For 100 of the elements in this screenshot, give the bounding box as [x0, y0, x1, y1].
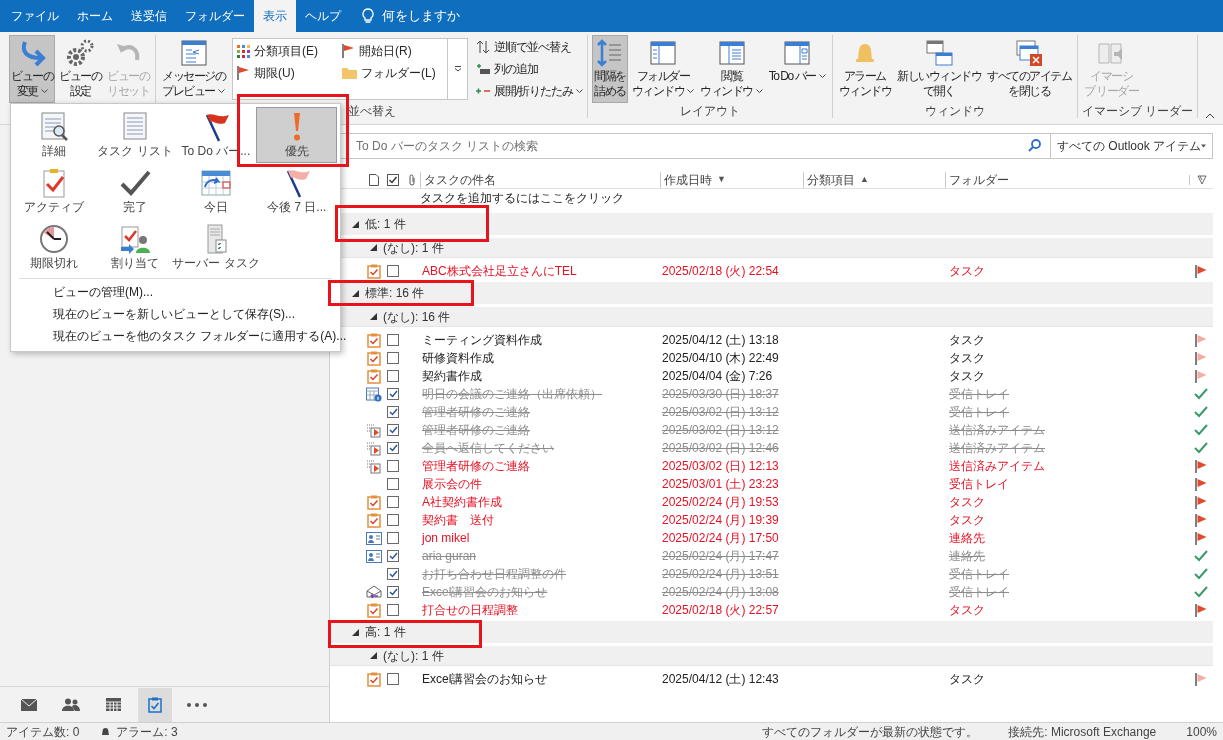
column-header[interactable]: 作成日時 ▼	[660, 171, 803, 188]
task-icon	[367, 332, 381, 348]
ribbon-tab[interactable]: フォルダー	[176, 0, 254, 32]
checkbox[interactable]	[387, 406, 399, 418]
task-subject[interactable]: Excel講習会のお知らせ	[420, 670, 660, 688]
ribbon-button[interactable]: ビューの 設定	[57, 35, 103, 103]
checkbox[interactable]	[387, 442, 399, 454]
checkbox[interactable]	[387, 265, 399, 277]
task-subject[interactable]: 展示会の件	[420, 475, 660, 493]
collapse-arrow-icon[interactable]	[352, 220, 359, 228]
task-subject[interactable]: 全員へ返信してください	[420, 439, 660, 457]
view-option[interactable]: アクティブ	[14, 163, 95, 219]
tell-me-box[interactable]: 何をしますか	[350, 0, 472, 32]
ribbon-command[interactable]: 逆順で並べ替え	[476, 36, 584, 58]
collapse-arrow-icon[interactable]	[352, 628, 359, 636]
view-option[interactable]: タスク リスト	[94, 107, 176, 163]
ribbon-command[interactable]: 列の追加	[476, 58, 584, 80]
checkbox[interactable]	[387, 478, 399, 490]
checkbox[interactable]	[387, 496, 399, 508]
created-date: 2025/02/24 (月) 19:53	[661, 494, 780, 511]
menu-item[interactable]: 現在のビューを他のタスク フォルダーに適用する(A)...	[19, 325, 347, 347]
column-header[interactable]: フォルダー	[945, 171, 1189, 188]
preview-pane-icon	[178, 38, 209, 68]
ribbon-button[interactable]: To Do バー	[766, 35, 828, 103]
checkbox[interactable]	[387, 514, 399, 526]
windows-icon	[924, 38, 955, 68]
view-option[interactable]: 期限切れ	[14, 219, 95, 275]
checkbox[interactable]	[387, 568, 399, 580]
task-subject[interactable]: 管理者研修のご連絡	[420, 457, 660, 475]
folder-name: タスク	[948, 602, 986, 619]
task-subject[interactable]: 明日の会議のご連絡（出席依頼）	[420, 385, 660, 403]
view-option[interactable]: 完了	[94, 163, 176, 219]
task-subject[interactable]: jon mikel	[420, 529, 660, 547]
view-option[interactable]: 詳細	[14, 107, 95, 163]
collapse-ribbon-icon[interactable]	[1205, 113, 1215, 119]
add-task-prompt[interactable]: タスクを追加するにはここをクリック	[420, 189, 624, 207]
checkbox[interactable]	[387, 352, 399, 364]
task-subject[interactable]: 契約書 送付	[420, 511, 660, 529]
ribbon-tab[interactable]: ファイル	[2, 0, 68, 32]
ribbon-button[interactable]: ビューの 変更	[9, 35, 55, 103]
checkbox[interactable]	[387, 388, 399, 400]
view-option[interactable]: 優先	[256, 107, 337, 163]
flagged-item-icon	[366, 458, 382, 474]
checkbox[interactable]	[387, 424, 399, 436]
subgroup-header[interactable]: (なし): 1 件	[330, 646, 1213, 666]
task-subject[interactable]: Excel講習会のお知らせ	[420, 583, 660, 601]
ribbon-button[interactable]: 閲覧 ウィンドウ	[698, 35, 765, 103]
task-subject[interactable]: 契約書作成	[420, 367, 660, 385]
checkbox[interactable]	[387, 460, 399, 472]
collapse-arrow-icon[interactable]	[370, 244, 377, 251]
task-subject[interactable]: ABC株式会社足立さんにTEL	[420, 262, 660, 280]
arrangement-option[interactable]: フォルダー(L)	[342, 62, 447, 84]
close-windows-icon	[1014, 38, 1045, 68]
collapse-arrow-icon[interactable]	[370, 313, 377, 320]
checkbox[interactable]	[387, 673, 399, 685]
folder-name: タスク	[948, 368, 986, 385]
ribbon-button[interactable]: 新しいウィンドウ で開く	[895, 35, 984, 103]
ribbon-command[interactable]: 展開/折りたたみ	[476, 80, 584, 102]
group-label: イマーシブ リーダー	[1082, 104, 1194, 118]
collapse-arrow-icon[interactable]	[352, 289, 359, 297]
ribbon-tab[interactable]: 送受信	[122, 0, 176, 32]
task-subject[interactable]: 管理者研修のご連絡	[420, 403, 660, 421]
ribbon-tab[interactable]: 表示	[254, 0, 296, 32]
arrangement-option[interactable]: 開始日(R)	[342, 40, 447, 62]
group-header[interactable]: 高: 1 件	[330, 621, 1213, 643]
checkbox[interactable]	[387, 532, 399, 544]
column-header[interactable]: タスクの件名	[420, 171, 660, 188]
checkbox[interactable]	[387, 334, 399, 346]
task-subject[interactable]: 打合せの日程調整	[420, 601, 660, 619]
ribbon-button[interactable]: フォルダー ウィンドウ	[629, 35, 697, 103]
view-option[interactable]: 今日	[175, 163, 257, 219]
checkbox[interactable]	[387, 370, 399, 382]
column-header[interactable]: 分類項目 ▲	[803, 171, 945, 188]
search-field[interactable]: To Do バーのタスク リストの検索	[340, 133, 1051, 159]
ribbon-button[interactable]: すべてのアイテム を閉じる	[985, 35, 1074, 103]
search-scope-dropdown[interactable]: すべての Outlook アイテム	[1051, 133, 1213, 159]
menu-item[interactable]: 現在のビューを新しいビューとして保存(S)...	[19, 303, 295, 325]
ribbon-button[interactable]: メッセージの プレビュー	[160, 35, 227, 103]
ribbon-button[interactable]: 間隔を 詰める	[592, 35, 628, 103]
task-subject[interactable]: 研修資料作成	[420, 349, 660, 367]
checkbox[interactable]	[387, 586, 399, 598]
task-subject[interactable]: aria guran	[420, 547, 660, 565]
task-subject[interactable]: 管理者研修のご連絡	[420, 421, 660, 439]
menu-item[interactable]: ビューの管理(M)...	[19, 281, 153, 303]
nav-button[interactable]	[138, 687, 172, 722]
task-subject[interactable]: ミーティング資料作成	[420, 331, 660, 349]
task-icon	[367, 368, 381, 384]
expand-icon	[453, 66, 462, 72]
ribbon-tab[interactable]: ヘルプ	[296, 0, 350, 32]
search-icon[interactable]	[1028, 139, 1041, 152]
checkbox[interactable]	[387, 550, 399, 562]
checkbox[interactable]	[387, 604, 399, 616]
arrangement-option[interactable]: 期限(U)	[237, 62, 342, 84]
task-subject[interactable]: お打ち合わせ日程調整の件	[420, 565, 660, 583]
arrangement-option[interactable]: 分類項目(E)	[237, 40, 342, 62]
ribbon-button[interactable]: アラーム ウィンドウ	[836, 35, 894, 103]
category-icon	[237, 44, 250, 58]
task-subject[interactable]: A社契約書作成	[420, 493, 660, 511]
collapse-arrow-icon[interactable]	[370, 652, 377, 659]
ribbon-tab[interactable]: ホーム	[68, 0, 122, 32]
